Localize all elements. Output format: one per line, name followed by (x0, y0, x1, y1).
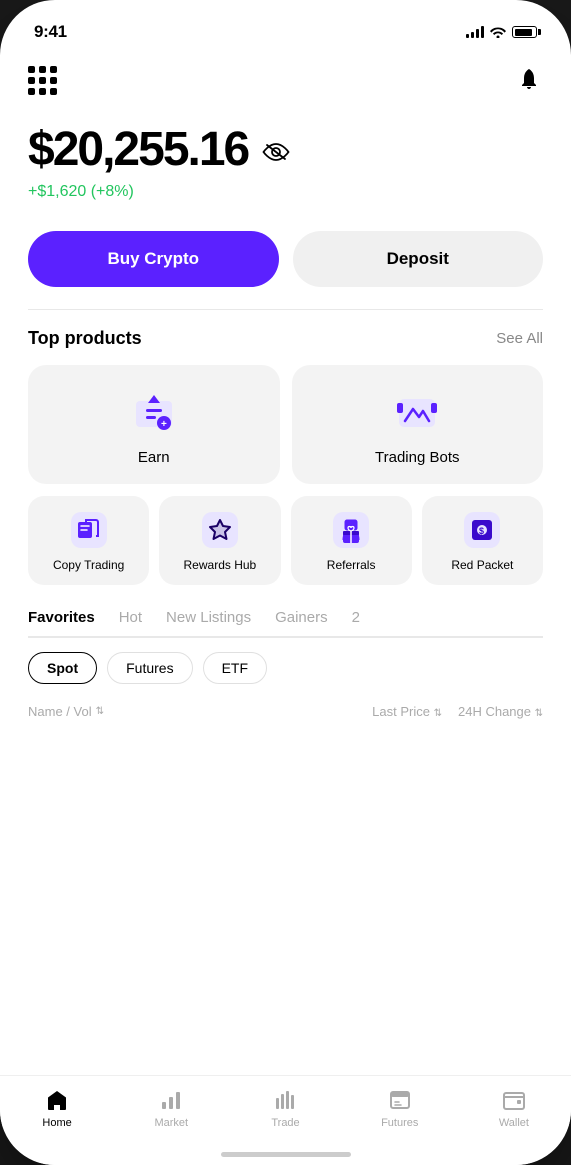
tab-gainers[interactable]: Gainers (275, 609, 328, 638)
balance-amount: $20,255.16 (28, 124, 248, 177)
grid-menu-icon[interactable] (28, 66, 56, 94)
top-nav (28, 50, 543, 104)
nav-trade[interactable]: Trade (228, 1088, 342, 1129)
product-card-earn[interactable]: + Earn (28, 365, 280, 484)
signal-icon (466, 26, 484, 38)
tab-favorites[interactable]: Favorites (28, 609, 95, 638)
table-24h-change-label: 24H Change ⇅ (458, 704, 543, 719)
filter-pills: Spot Futures ETF (28, 652, 543, 684)
trading-bots-icon (393, 389, 441, 437)
main-content: $20,255.16 +$1,620 (+8%) Buy Crypto Depo… (0, 50, 571, 1075)
product-card-copy-trading[interactable]: Copy Trading (28, 496, 149, 586)
section-title: Top products (28, 328, 142, 349)
market-icon (159, 1088, 183, 1112)
trade-icon (274, 1088, 298, 1112)
see-all-button[interactable]: See All (496, 330, 543, 347)
product-card-trading-bots[interactable]: Trading Bots (292, 365, 544, 484)
deposit-button[interactable]: Deposit (293, 231, 544, 287)
nav-wallet-label: Wallet (499, 1117, 529, 1129)
red-packet-label: Red Packet (451, 558, 513, 574)
sort-arrow-price[interactable]: ⇅ (434, 708, 442, 719)
products-bottom-row: Copy Trading Rewards Hub (28, 496, 543, 586)
filter-etf[interactable]: ETF (203, 652, 267, 684)
nav-trade-label: Trade (271, 1117, 299, 1129)
nav-futures-label: Futures (381, 1117, 418, 1129)
trading-bots-label: Trading Bots (375, 449, 460, 466)
tab-hot[interactable]: Hot (119, 609, 142, 638)
home-indicator (221, 1152, 351, 1157)
copy-trading-icon (71, 512, 107, 548)
table-name-vol-label: Name / Vol (28, 704, 92, 719)
nav-wallet[interactable]: Wallet (457, 1088, 571, 1129)
nav-market-label: Market (154, 1117, 188, 1129)
red-packet-icon: $ (464, 512, 500, 548)
product-card-referrals[interactable]: Referrals (291, 496, 412, 586)
table-last-price-label: Last Price ⇅ (372, 704, 442, 719)
tab-new-listings[interactable]: New Listings (166, 609, 251, 638)
referrals-label: Referrals (327, 558, 376, 574)
tab-more[interactable]: 2 (352, 609, 360, 638)
eye-icon[interactable] (262, 142, 290, 162)
divider (28, 309, 543, 310)
svg-text:+: + (161, 419, 167, 430)
notification-icon[interactable] (515, 66, 543, 94)
rewards-hub-label: Rewards Hub (184, 558, 257, 574)
battery-icon (512, 26, 537, 38)
nav-home-label: Home (42, 1117, 71, 1129)
phone-frame: 9:41 (0, 0, 571, 1165)
earn-icon: + (130, 389, 178, 437)
earn-label: Earn (138, 449, 170, 466)
rewards-hub-icon (202, 512, 238, 548)
table-header: Name / Vol ⇅ Last Price ⇅ 24H Change ⇅ (28, 700, 543, 729)
product-card-rewards-hub[interactable]: Rewards Hub (159, 496, 280, 586)
action-buttons: Buy Crypto Deposit (28, 231, 543, 287)
copy-trading-label: Copy Trading (53, 558, 124, 574)
status-bar: 9:41 (0, 0, 571, 50)
svg-text:$: $ (479, 526, 484, 536)
tabs-row: Favorites Hot New Listings Gainers 2 (28, 609, 543, 638)
futures-icon (388, 1088, 412, 1112)
filter-spot[interactable]: Spot (28, 652, 97, 684)
balance-section: $20,255.16 +$1,620 (+8%) (28, 104, 543, 211)
wifi-icon (490, 26, 506, 38)
status-icons (466, 26, 537, 38)
products-top-row: + Earn Trading Bots (28, 365, 543, 484)
nav-market[interactable]: Market (114, 1088, 228, 1129)
nav-futures[interactable]: Futures (343, 1088, 457, 1129)
nav-home[interactable]: Home (0, 1088, 114, 1129)
balance-change: +$1,620 (+8%) (28, 183, 543, 201)
filter-futures[interactable]: Futures (107, 652, 192, 684)
buy-crypto-button[interactable]: Buy Crypto (28, 231, 279, 287)
referrals-icon (333, 512, 369, 548)
product-card-red-packet[interactable]: $ Red Packet (422, 496, 543, 586)
sort-arrow-name[interactable]: ⇅ (96, 706, 104, 717)
phone-inner: 9:41 (0, 0, 571, 1165)
wallet-icon (502, 1088, 526, 1112)
home-icon (45, 1088, 69, 1112)
sort-arrow-change[interactable]: ⇅ (535, 708, 543, 719)
status-time: 9:41 (34, 22, 67, 42)
section-header: Top products See All (28, 328, 543, 349)
